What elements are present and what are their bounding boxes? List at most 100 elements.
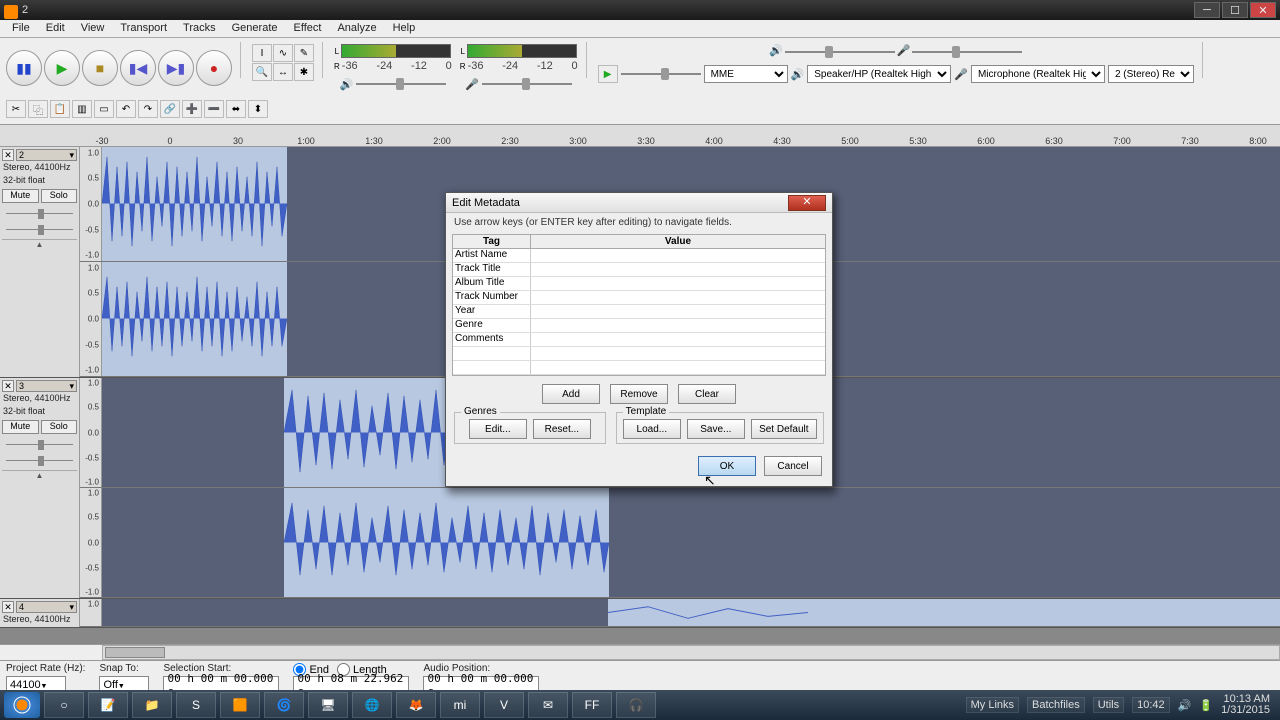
table-row[interactable]: Album Title — [453, 277, 825, 291]
redo-button[interactable]: ↷ — [138, 100, 158, 118]
tag-column-header[interactable]: Tag — [453, 235, 531, 248]
tray-time[interactable]: 10:42 — [1132, 697, 1170, 713]
zoom-out-button[interactable]: ➖ — [204, 100, 224, 118]
tray-link[interactable]: Utils — [1093, 697, 1124, 713]
record-gain-slider[interactable] — [912, 44, 1022, 60]
menu-transport[interactable]: Transport — [112, 20, 175, 37]
taskbar-app[interactable]: V — [484, 692, 524, 718]
solo-button[interactable]: Solo — [41, 189, 78, 203]
mute-button[interactable]: Mute — [2, 420, 39, 434]
table-row[interactable]: Genre — [453, 319, 825, 333]
taskbar-app[interactable]: mi — [440, 692, 480, 718]
menu-help[interactable]: Help — [385, 20, 424, 37]
selection-tool[interactable]: I — [252, 44, 272, 62]
menu-generate[interactable]: Generate — [224, 20, 286, 37]
add-button[interactable]: Add — [542, 384, 600, 404]
zoom-tool[interactable]: 🔍 — [252, 63, 272, 81]
pan-slider[interactable] — [2, 454, 77, 468]
load-template-button[interactable]: Load... — [623, 419, 681, 439]
table-row[interactable]: Year — [453, 305, 825, 319]
paste-button[interactable]: 📋 — [50, 100, 70, 118]
tray-link[interactable]: My Links — [966, 697, 1019, 713]
tray-icon[interactable]: 🔊 — [1178, 699, 1192, 712]
taskbar-app[interactable]: FF — [572, 692, 612, 718]
playback-gain-slider[interactable] — [785, 44, 895, 60]
clear-button[interactable]: Clear — [678, 384, 736, 404]
undo-button[interactable]: ↶ — [116, 100, 136, 118]
table-row[interactable]: Track Title — [453, 263, 825, 277]
taskbar-app[interactable]: 🟧 — [220, 692, 260, 718]
output-device-select[interactable]: Speaker/HP (Realtek High Defi — [807, 65, 951, 83]
solo-button[interactable]: Solo — [41, 420, 78, 434]
audio-host-select[interactable]: MME — [704, 65, 788, 83]
zoom-in-button[interactable]: ➕ — [182, 100, 202, 118]
tray-icon[interactable]: 🔋 — [1199, 699, 1213, 712]
table-row[interactable]: Comments — [453, 333, 825, 347]
track-close-button[interactable]: ✕ — [2, 601, 14, 613]
multi-tool[interactable]: ✱ — [294, 63, 314, 81]
value-column-header[interactable]: Value — [531, 235, 825, 248]
play-speed-slider[interactable] — [621, 66, 701, 82]
fit-project-button[interactable]: ⬍ — [248, 100, 268, 118]
track-waveform[interactable]: 1.0 — [80, 599, 1280, 627]
table-row[interactable]: Track Number — [453, 291, 825, 305]
stop-button[interactable]: ■ — [82, 50, 118, 86]
table-row[interactable] — [453, 347, 825, 361]
menu-view[interactable]: View — [73, 20, 113, 37]
skip-start-button[interactable]: ▮◀ — [120, 50, 156, 86]
dialog-close-button[interactable]: ✕ — [788, 195, 826, 211]
pan-slider[interactable] — [2, 223, 77, 237]
trim-button[interactable]: ▥ — [72, 100, 92, 118]
taskbar-app[interactable]: 🎧 — [616, 692, 656, 718]
taskbar-app[interactable]: 📁 — [132, 692, 172, 718]
track-menu-dropdown[interactable]: 2 — [16, 149, 77, 161]
horizontal-scrollbar[interactable] — [0, 644, 1280, 660]
output-volume-slider[interactable] — [356, 76, 446, 92]
input-volume-slider[interactable] — [482, 76, 572, 92]
table-row[interactable] — [453, 361, 825, 375]
track-close-button[interactable]: ✕ — [2, 149, 14, 161]
minimize-button[interactable]: ─ — [1194, 2, 1220, 18]
clock[interactable]: 10:13 AM 1/31/2015 — [1221, 694, 1270, 716]
timeline-ruler[interactable]: -300301:001:302:002:303:003:304:004:305:… — [0, 125, 1280, 147]
draw-tool[interactable]: ✎ — [294, 44, 314, 62]
playback-meter[interactable] — [341, 44, 451, 58]
timeshift-tool[interactable]: ↔ — [273, 63, 293, 81]
set-default-button[interactable]: Set Default — [751, 419, 817, 439]
pause-button[interactable]: ▮▮ — [6, 50, 42, 86]
track-menu-dropdown[interactable]: 4 — [16, 601, 77, 613]
table-row[interactable]: Artist Name — [453, 249, 825, 263]
taskbar-app[interactable]: 🦊 — [396, 692, 436, 718]
maximize-button[interactable]: ☐ — [1222, 2, 1248, 18]
taskbar-app[interactable]: 🖥 — [308, 692, 348, 718]
copy-button[interactable]: ⿻ — [28, 100, 48, 118]
start-button[interactable] — [4, 692, 40, 718]
dialog-titlebar[interactable]: Edit Metadata ✕ — [446, 193, 832, 213]
collapse-button[interactable]: ▲ — [2, 470, 77, 480]
edit-genres-button[interactable]: Edit... — [469, 419, 527, 439]
menu-edit[interactable]: Edit — [38, 20, 73, 37]
tray-link[interactable]: Batchfiles — [1027, 697, 1085, 713]
taskbar-app[interactable]: 📝 — [88, 692, 128, 718]
menu-tracks[interactable]: Tracks — [175, 20, 224, 37]
ok-button[interactable]: OK — [698, 456, 756, 476]
menu-analyze[interactable]: Analyze — [329, 20, 384, 37]
silence-button[interactable]: ▭ — [94, 100, 114, 118]
close-button[interactable]: ✕ — [1250, 2, 1276, 18]
menu-effect[interactable]: Effect — [286, 20, 330, 37]
sync-lock-button[interactable]: 🔗 — [160, 100, 180, 118]
gain-slider[interactable] — [2, 207, 77, 221]
record-button[interactable]: ● — [196, 50, 232, 86]
play-at-speed-button[interactable]: ▶ — [598, 65, 618, 83]
reset-genres-button[interactable]: Reset... — [533, 419, 591, 439]
cancel-button[interactable]: Cancel — [764, 456, 822, 476]
gain-slider[interactable] — [2, 438, 77, 452]
save-template-button[interactable]: Save... — [687, 419, 745, 439]
track-menu-dropdown[interactable]: 3 — [16, 380, 77, 392]
taskbar-app[interactable]: 🌐 — [352, 692, 392, 718]
fit-selection-button[interactable]: ⬌ — [226, 100, 246, 118]
collapse-button[interactable]: ▲ — [2, 239, 77, 249]
record-meter[interactable] — [467, 44, 577, 58]
track-close-button[interactable]: ✕ — [2, 380, 14, 392]
skip-end-button[interactable]: ▶▮ — [158, 50, 194, 86]
